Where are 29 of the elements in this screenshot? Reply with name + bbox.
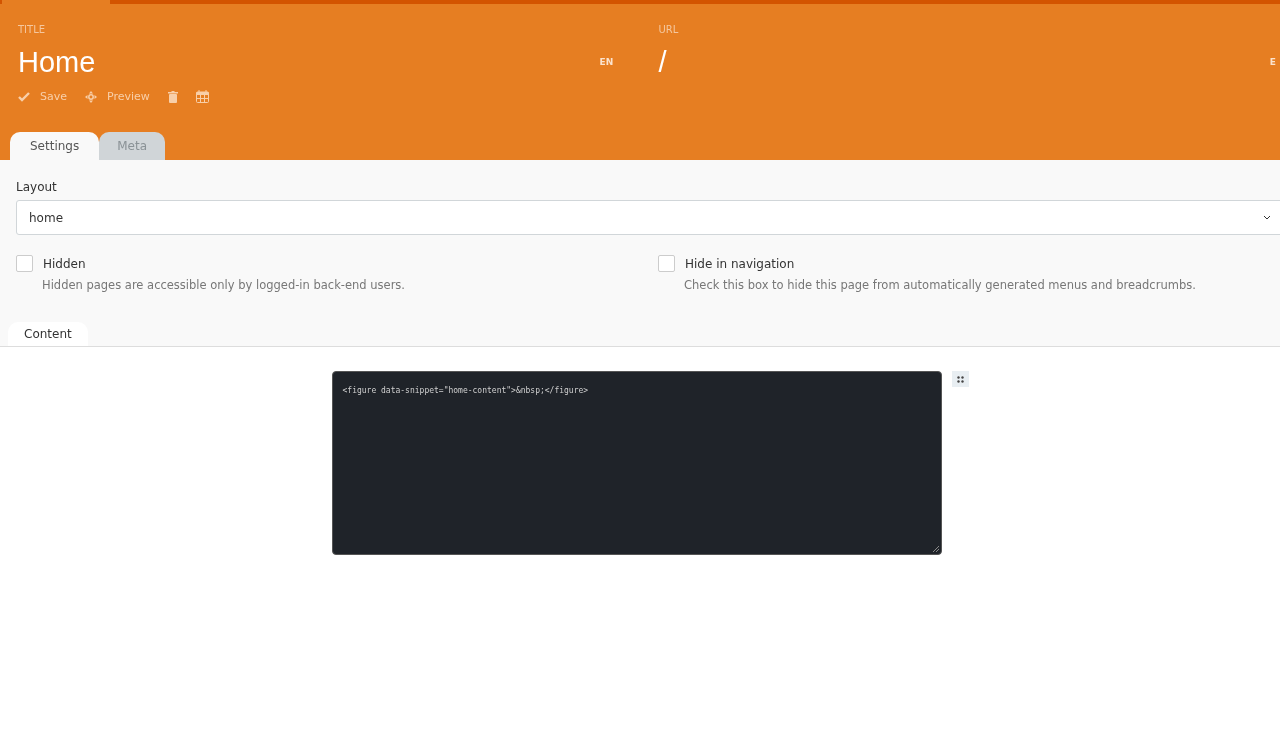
tab[interactable]: Settings	[10, 132, 100, 160]
code-editor[interactable]: <figure data-snippet="home-content">&nbsp;</figure>	[331, 371, 942, 555]
field-label: Layout	[16, 180, 58, 194]
field-label: URL	[658, 24, 680, 37]
language-code: E	[1269, 57, 1276, 67]
preview-button[interactable]: Preview	[85, 90, 150, 103]
field-label: TITLE	[18, 24, 47, 37]
checkmark-icon	[18, 91, 30, 102]
help-text: Check this box to hide this page from automatically generated menus and breadcrumbs.	[684, 278, 1197, 292]
calendar-button[interactable]	[195, 90, 209, 103]
resize-grip-icon[interactable]	[931, 545, 940, 553]
caret-icon	[1263, 214, 1271, 221]
delete-button[interactable]	[167, 90, 178, 103]
checkbox[interactable]	[16, 255, 33, 272]
title-input[interactable]: Home	[18, 45, 600, 79]
crosshair-icon	[85, 90, 97, 103]
checkbox-label: Hide in navigation	[685, 256, 795, 271]
save-button[interactable]: Save	[18, 90, 67, 103]
layout-dropdown[interactable]: home	[16, 200, 1280, 235]
checkbox[interactable]	[658, 255, 675, 272]
dots-grid-icon	[956, 375, 964, 383]
tab[interactable]: Meta	[99, 132, 165, 160]
checkbox-label: Hidden	[43, 256, 86, 271]
drag-handle-button[interactable]	[951, 371, 969, 387]
code-text: <figure data-snippet="home-content">&nbsp;</figure>	[342, 386, 589, 395]
help-text: Hidden pages are accessible only by logged-in back-end users.	[42, 278, 407, 292]
url-input[interactable]: /	[658, 45, 1270, 79]
language-code: EN	[599, 57, 615, 67]
tab[interactable]: Content	[8, 322, 88, 346]
